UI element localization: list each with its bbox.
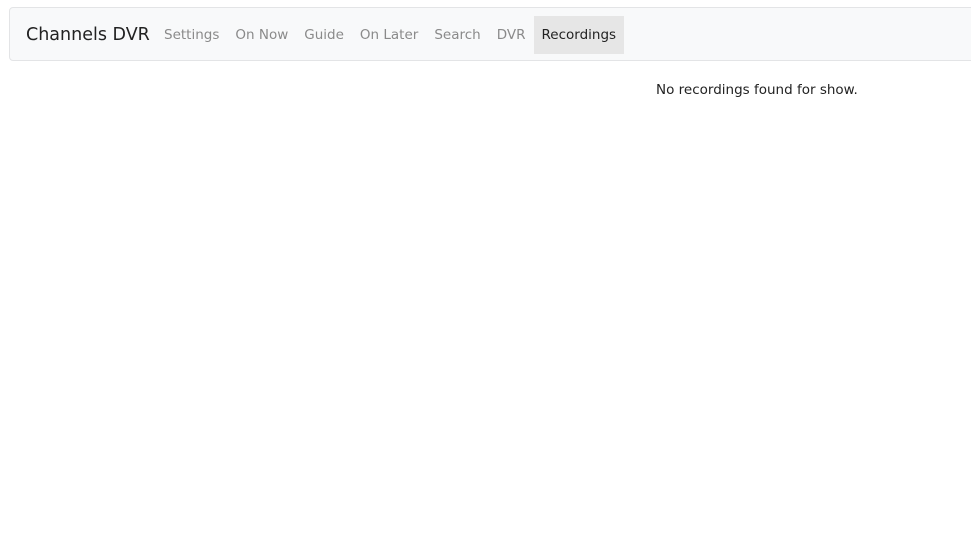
- top-navbar: Channels DVR Settings On Now Guide On La…: [9, 7, 971, 61]
- brand-link[interactable]: Channels DVR: [26, 23, 150, 47]
- nav-item-dvr[interactable]: DVR: [489, 16, 534, 54]
- nav-item-settings[interactable]: Settings: [156, 16, 227, 54]
- nav-links: Settings On Now Guide On Later Search DV…: [156, 16, 625, 54]
- nav-item-search[interactable]: Search: [426, 16, 488, 54]
- nav-item-on-later[interactable]: On Later: [352, 16, 426, 54]
- nav-item-recordings[interactable]: Recordings: [533, 16, 625, 54]
- no-recordings-message: No recordings found for show.: [656, 82, 858, 98]
- nav-item-on-now[interactable]: On Now: [227, 16, 296, 54]
- nav-item-guide[interactable]: Guide: [296, 16, 352, 54]
